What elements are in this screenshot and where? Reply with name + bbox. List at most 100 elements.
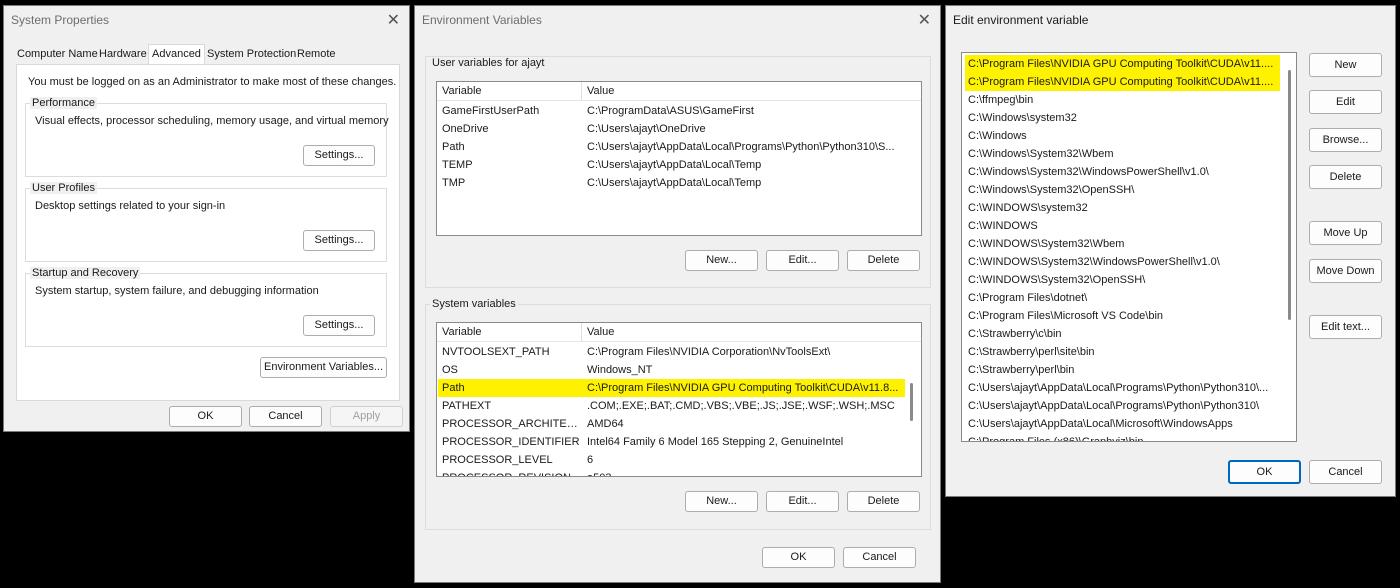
variable-value: C:\Users\ajayt\AppData\Local\Temp — [587, 177, 762, 189]
edit-entry-button[interactable]: Edit — [1309, 90, 1382, 114]
list-item[interactable]: C:\Strawberry\perl\bin — [965, 361, 1280, 379]
list-item[interactable]: C:\Program Files\NVIDIA GPU Computing To… — [965, 55, 1280, 73]
system-list-scrollbar[interactable] — [910, 383, 913, 421]
system-properties-window: System Properties ✕ Computer Name Hardwa… — [3, 5, 410, 432]
list-item[interactable]: C:\Program Files (x86)\Graphviz\bin — [965, 433, 1280, 441]
delete-entry-button[interactable]: Delete — [1309, 165, 1382, 189]
user-variables-list[interactable]: Variable Value GameFirstUserPath C:\Progr… — [436, 81, 922, 236]
list-item[interactable]: C:\WINDOWS\System32\Wbem — [965, 235, 1280, 253]
window-title: Edit environment variable — [953, 13, 1089, 27]
browse-button[interactable]: Browse... — [1309, 128, 1382, 152]
move-down-button[interactable]: Move Down — [1309, 259, 1382, 283]
new-entry-button[interactable]: New — [1309, 53, 1382, 77]
list-item[interactable]: C:\Program Files\Microsoft VS Code\bin — [965, 307, 1280, 325]
table-row[interactable]: PROCESSOR_REVISION a503 — [438, 469, 905, 476]
list-item[interactable]: C:\Strawberry\c\bin — [965, 325, 1280, 343]
variable-value: C:\Program Files\NVIDIA Corporation\NvTo… — [587, 346, 831, 358]
apply-button[interactable]: Apply — [330, 406, 403, 427]
cancel-button[interactable]: Cancel — [843, 547, 916, 568]
list-item[interactable]: C:\Windows\System32\OpenSSH\ — [965, 181, 1280, 199]
table-row[interactable]: Path C:\Users\ajayt\AppData\Local\Program… — [438, 138, 905, 156]
environment-variables-button[interactable]: Environment Variables... — [260, 357, 387, 378]
ok-button[interactable]: OK — [762, 547, 835, 568]
startup-recovery-settings-button[interactable]: Settings... — [303, 315, 375, 336]
list-item[interactable]: C:\WINDOWS\System32\OpenSSH\ — [965, 271, 1280, 289]
list-item[interactable]: C:\Program Files\dotnet\ — [965, 289, 1280, 307]
system-delete-button[interactable]: Delete — [847, 491, 920, 512]
table-row[interactable]: NVTOOLSEXT_PATH C:\Program Files\NVIDIA C… — [438, 343, 905, 361]
startup-recovery-label: Startup and Recovery — [30, 267, 141, 279]
list-item[interactable]: C:\Windows\system32 — [965, 109, 1280, 127]
path-list-scrollbar[interactable] — [1288, 70, 1291, 320]
window-title: Environment Variables — [422, 13, 542, 27]
cancel-button[interactable]: Cancel — [249, 406, 322, 427]
list-item[interactable]: C:\ffmpeg\bin — [965, 91, 1280, 109]
list-item[interactable]: C:\Users\ajayt\AppData\Local\Microsoft\W… — [965, 415, 1280, 433]
table-row[interactable]: PATHEXT .COM;.EXE;.BAT;.CMD;.VBS;.VBE;.JS… — [438, 397, 905, 415]
user-new-button[interactable]: New... — [685, 250, 758, 271]
list-header: Variable Value — [437, 323, 921, 342]
ok-button[interactable]: OK — [1228, 460, 1301, 484]
list-item[interactable]: C:\Windows\System32\Wbem — [965, 145, 1280, 163]
startup-recovery-desc: System startup, system failure, and debu… — [35, 285, 319, 297]
col-value[interactable]: Value — [587, 326, 614, 338]
list-item[interactable]: C:\Windows — [965, 127, 1280, 145]
performance-settings-button[interactable]: Settings... — [303, 145, 375, 166]
system-new-button[interactable]: New... — [685, 491, 758, 512]
variable-name: OneDrive — [442, 123, 489, 135]
list-header: Variable Value — [437, 82, 921, 101]
user-profiles-desc: Desktop settings related to your sign-in — [35, 200, 226, 212]
variable-name: GameFirstUserPath — [442, 105, 540, 117]
tab-advanced[interactable]: Advanced — [148, 44, 205, 64]
tab-hardware[interactable]: Hardware — [96, 46, 150, 63]
variable-value: .COM;.EXE;.BAT;.CMD;.VBS;.VBE;.JS;.JSE;.… — [587, 400, 895, 412]
user-profiles-label: User Profiles — [30, 182, 97, 194]
table-row[interactable]: GameFirstUserPath C:\ProgramData\ASUS\Gam… — [438, 102, 905, 120]
variable-name: NVTOOLSEXT_PATH — [442, 346, 550, 358]
list-item[interactable]: C:\WINDOWS — [965, 217, 1280, 235]
list-item[interactable]: C:\Windows\System32\WindowsPowerShell\v1… — [965, 163, 1280, 181]
table-row[interactable]: TEMP C:\Users\ajayt\AppData\Local\Temp — [438, 156, 905, 174]
ok-button[interactable]: OK — [169, 406, 242, 427]
list-item[interactable]: C:\Users\ajayt\AppData\Local\Programs\Py… — [965, 379, 1280, 397]
variable-value: AMD64 — [587, 418, 624, 430]
path-entries-list[interactable]: C:\Program Files\NVIDIA GPU Computing To… — [961, 52, 1297, 442]
table-row[interactable]: PROCESSOR_IDENTIFIER Intel64 Family 6 Mod… — [438, 433, 905, 451]
user-delete-button[interactable]: Delete — [847, 250, 920, 271]
list-item[interactable]: C:\Program Files\NVIDIA GPU Computing To… — [965, 73, 1280, 91]
tab-computer-name[interactable]: Computer Name — [14, 46, 101, 63]
col-variable[interactable]: Variable — [442, 326, 482, 338]
tab-system-protection[interactable]: System Protection — [204, 46, 299, 63]
list-item[interactable]: C:\Strawberry\perl\site\bin — [965, 343, 1280, 361]
col-value[interactable]: Value — [587, 85, 614, 97]
variable-name: PROCESSOR_IDENTIFIER — [442, 436, 580, 448]
system-variables-list[interactable]: Variable Value NVTOOLSEXT_PATH C:\Program… — [436, 322, 922, 477]
move-up-button[interactable]: Move Up — [1309, 221, 1382, 245]
table-row[interactable]: OneDrive C:\Users\ajayt\OneDrive — [438, 120, 905, 138]
table-row[interactable]: OS Windows_NT — [438, 361, 905, 379]
table-row[interactable]: TMP C:\Users\ajayt\AppData\Local\Temp — [438, 174, 905, 192]
edit-environment-variable-window: Edit environment variable C:\Program Fil… — [945, 5, 1396, 497]
close-icon[interactable]: ✕ — [387, 10, 400, 30]
table-row[interactable]: Path C:\Program Files\NVIDIA GPU Computin… — [438, 379, 905, 397]
user-edit-button[interactable]: Edit... — [766, 250, 839, 271]
window-title: System Properties — [11, 13, 110, 27]
list-item[interactable]: C:\Users\ajayt\AppData\Local\Programs\Py… — [965, 397, 1280, 415]
table-row[interactable]: PROCESSOR_LEVEL 6 — [438, 451, 905, 469]
table-row[interactable]: PROCESSOR_ARCHITECTU... AMD64 — [438, 415, 905, 433]
variable-value: C:\Users\ajayt\AppData\Local\Temp — [587, 159, 762, 171]
variable-name: OS — [442, 364, 458, 376]
close-icon[interactable]: ✕ — [918, 10, 931, 30]
tab-remote[interactable]: Remote — [294, 46, 339, 63]
col-variable[interactable]: Variable — [442, 85, 482, 97]
variable-value: C:\Program Files\NVIDIA GPU Computing To… — [587, 382, 899, 394]
list-item[interactable]: C:\WINDOWS\System32\WindowsPowerShell\v1… — [965, 253, 1280, 271]
variable-value: C:\Users\ajayt\OneDrive — [587, 123, 706, 135]
edit-text-button[interactable]: Edit text... — [1309, 315, 1382, 339]
variable-name: PATHEXT — [442, 400, 492, 412]
cancel-button[interactable]: Cancel — [1309, 460, 1382, 484]
system-edit-button[interactable]: Edit... — [766, 491, 839, 512]
variable-value: Intel64 Family 6 Model 165 Stepping 2, G… — [587, 436, 844, 448]
list-item[interactable]: C:\WINDOWS\system32 — [965, 199, 1280, 217]
user-profiles-settings-button[interactable]: Settings... — [303, 230, 375, 251]
